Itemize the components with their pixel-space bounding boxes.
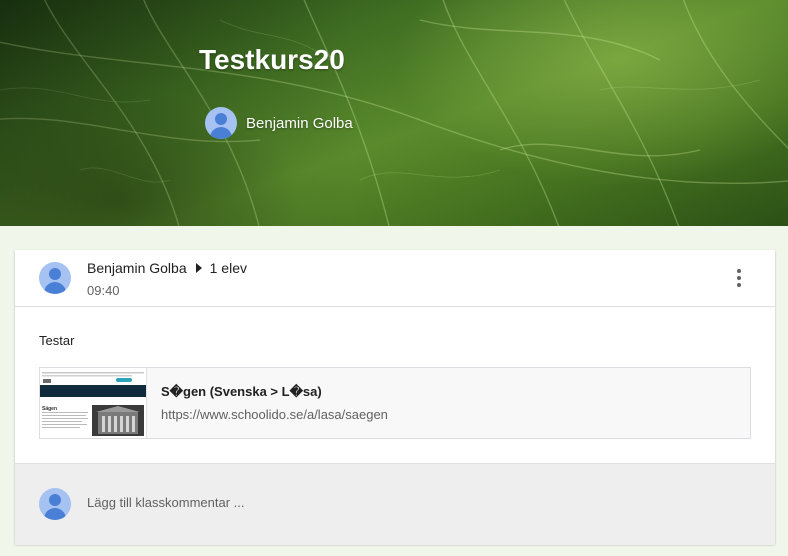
teacher-row: Benjamin Golba	[205, 107, 353, 139]
arrow-right-icon	[195, 263, 202, 273]
post-author-name[interactable]: Benjamin Golba	[87, 260, 187, 276]
stream-post-card: Benjamin Golba 1 elev 09:40 Testar Sägen	[15, 250, 775, 545]
course-title: Testkurs20	[199, 44, 345, 75]
link-attachment[interactable]: Sägen S�gen (Svenska > L�sa) https://www…	[39, 367, 751, 439]
author-avatar-icon[interactable]	[39, 262, 71, 294]
teacher-name: Benjamin Golba	[246, 114, 353, 132]
post-text: Testar	[39, 333, 75, 348]
post-time: 09:40	[87, 283, 120, 298]
post-header: Benjamin Golba 1 elev 09:40	[15, 250, 775, 307]
more-vert-icon[interactable]	[729, 268, 749, 288]
thumbnail-heading: Sägen	[42, 406, 57, 412]
teacher-avatar-icon	[205, 107, 237, 139]
class-comment-bar: Lägg till klasskommentar ...	[15, 463, 775, 545]
course-banner: Testkurs20 Benjamin Golba	[0, 0, 788, 226]
attachment-thumbnail: Sägen	[40, 368, 147, 438]
commenter-avatar-icon	[39, 488, 71, 520]
post-audience[interactable]: 1 elev	[210, 260, 247, 276]
post-author-line: Benjamin Golba 1 elev	[87, 260, 247, 276]
attachment-title[interactable]: S�gen (Svenska > L�sa)	[161, 384, 322, 400]
class-comment-input[interactable]: Lägg till klasskommentar ...	[87, 495, 245, 510]
banner-overlay	[0, 0, 788, 226]
attachment-url: https://www.schoolido.se/a/lasa/saegen	[161, 407, 388, 422]
